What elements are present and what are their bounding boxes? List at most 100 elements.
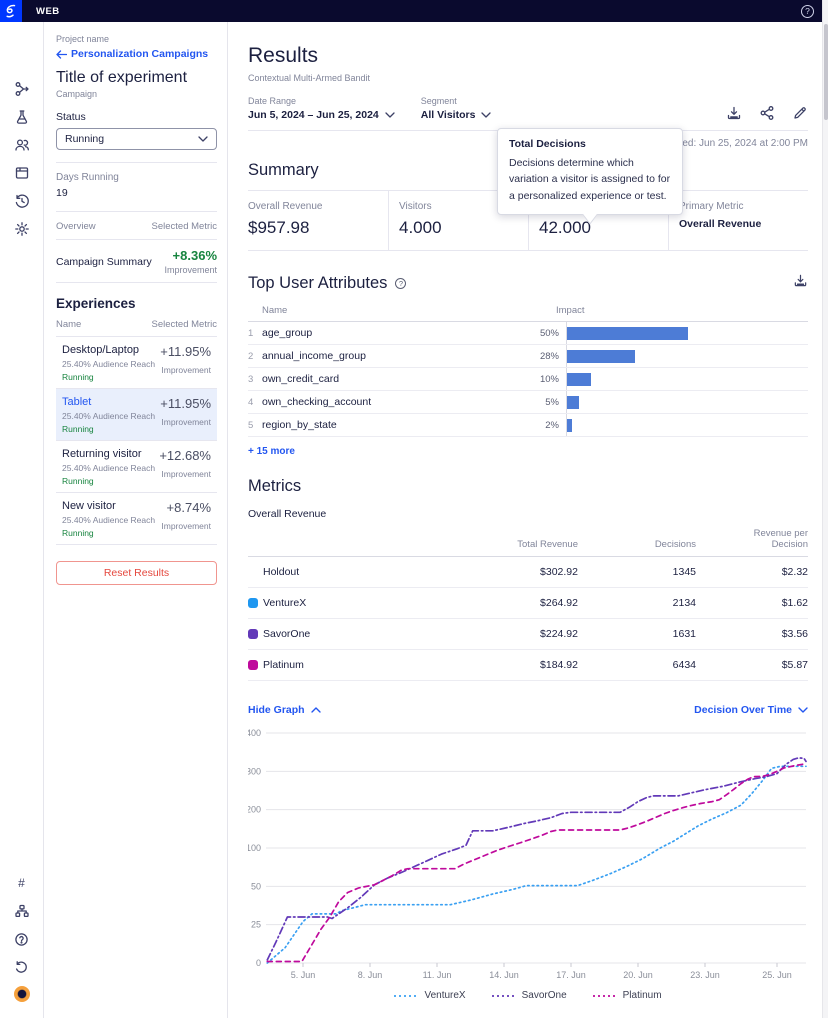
metrics-col-header: Revenue per Decision [696,528,808,550]
help-circle-icon[interactable] [13,930,31,948]
share-icon[interactable] [759,105,775,121]
metrics-row[interactable]: VentureX$264.922134$1.62 [248,588,808,619]
variation-color-swatch [248,598,258,608]
org-tree-icon[interactable] [13,902,31,920]
undo-icon[interactable] [13,958,31,976]
attribute-impact-bar-zone [566,345,808,367]
total-revenue-cell: $302.92 [448,566,578,578]
total-decisions-tooltip: Total Decisions Decisions determine whic… [497,128,683,215]
legend-line-sample [394,993,418,999]
page-scrollbar[interactable] [822,0,828,1018]
flow-split-icon[interactable] [13,80,31,98]
attribute-row[interactable]: 2annual_income_group28% [248,345,808,368]
pages-icon[interactable] [13,164,31,182]
edit-pencil-icon[interactable] [792,105,808,121]
attribute-impact-value: 10% [532,374,566,385]
status-value: Running [65,133,104,145]
series-line-savorone [267,758,806,960]
flask-icon[interactable] [13,108,31,126]
attribute-row[interactable]: 4own_checking_account5% [248,391,808,414]
experience-row[interactable]: Tablet25.40% Audience ReachRunning+11.95… [56,388,217,440]
experience-info: New visitor25.40% Audience ReachRunning [62,500,155,538]
attributes-help-icon[interactable]: ? [395,278,406,289]
optimizely-logo-icon[interactable] [0,0,22,22]
revenue-per-decision-cell: $5.87 [696,659,808,671]
graph-mode-select[interactable]: Decision Over Time [694,704,808,716]
experience-row[interactable]: New visitor25.40% Audience ReachRunning+… [56,492,217,545]
attribute-impact-bar-zone [566,368,808,390]
summary-stat: Overall Revenue$957.98 [248,191,388,250]
attribute-name: own_checking_account [262,396,371,408]
legend-item[interactable]: VentureX [394,990,465,1001]
attribute-impact-value: 28% [532,351,566,362]
status-select[interactable]: Running [56,128,217,150]
legend-item[interactable]: Platinum [593,990,662,1001]
metrics-row[interactable]: SavorOne$224.921631$3.56 [248,619,808,650]
date-range-select[interactable]: Jun 5, 2024 – Jun 25, 2024 [248,109,395,121]
attribute-row[interactable]: 5region_by_state2% [248,414,808,437]
summary-stat-label-text: Overall Revenue [248,201,322,212]
legend-label: SavorOne [522,990,567,1001]
legend-label: Platinum [623,990,662,1001]
experience-status: Running [62,424,155,434]
reset-results-button[interactable]: Reset Results [56,561,217,585]
metrics-row[interactable]: Holdout$302.921345$2.32 [248,557,808,588]
experience-row[interactable]: Desktop/Laptop25.40% Audience ReachRunni… [56,336,217,388]
attribute-row[interactable]: 3own_credit_card10% [248,368,808,391]
top-user-attributes-heading: Top User Attributes [248,274,387,293]
attribute-impact-bar [567,419,572,432]
metrics-row[interactable]: Platinum$184.926434$5.87 [248,650,808,681]
hash-icon[interactable]: # [13,874,31,892]
summary-stat-value: 42.000 [539,218,668,238]
y-axis-label: 200 [248,805,261,815]
show-more-attributes-link[interactable]: + 15 more [248,446,808,457]
attribute-row[interactable]: 1age_group50% [248,322,808,345]
scrollbar-thumb[interactable] [824,24,828,120]
hide-graph-link[interactable]: Hide Graph [248,704,321,716]
experience-info: Returning visitor25.40% Audience ReachRu… [62,448,155,486]
y-axis-label: 50 [251,881,261,891]
days-running-label: Days Running [56,172,217,183]
back-link-label: Personalization Campaigns [71,48,208,60]
experience-metric-sub: Improvement [160,417,211,427]
experience-metric-value: +12.68% [159,448,211,463]
main-content: Results Contextual Multi-Armed Bandit Da… [228,22,828,1018]
summary-stat-label: Overall Revenue [248,201,388,212]
x-axis-label: 17. Jun [556,970,586,980]
revenue-per-decision-cell: $1.62 [696,597,808,609]
variation-name: Platinum [263,659,304,671]
segment-select[interactable]: All Visitors [421,109,492,121]
back-arrow-icon [56,50,67,59]
attributes-col-impact: Impact [556,305,808,316]
experience-metric: +8.74%Improvement [161,500,211,538]
download-icon[interactable] [726,105,742,121]
experience-name: New visitor [62,500,155,512]
attribute-name: annual_income_group [262,350,366,362]
campaign-summary-row[interactable]: Campaign Summary +8.36% Improvement [56,239,217,283]
selected-metric-column-label: Selected Metric [152,221,217,232]
audiences-icon[interactable] [13,136,31,154]
experience-row[interactable]: Returning visitor25.40% Audience ReachRu… [56,440,217,492]
y-axis-label: 300 [248,766,261,776]
attribute-impact-bar [567,327,688,340]
history-icon[interactable] [13,192,31,210]
user-avatar[interactable] [14,986,30,1002]
chevron-down-icon [385,112,395,118]
legend-line-sample [593,993,617,999]
decisions-cell: 2134 [578,597,696,609]
experience-status: Running [62,528,155,538]
segment-label: Segment [421,96,492,106]
attributes-download-icon[interactable] [793,273,808,288]
back-to-campaigns-link[interactable]: Personalization Campaigns [56,48,217,60]
attribute-name: own_credit_card [262,373,339,385]
legend-label: VentureX [424,990,465,1001]
graph-mode-label: Decision Over Time [694,704,792,716]
experience-metric-value: +11.95% [160,344,211,359]
settings-gear-icon[interactable] [13,220,31,238]
help-icon[interactable]: ? [801,5,814,18]
experience-info: Desktop/Laptop25.40% Audience ReachRunni… [62,344,155,382]
decisions-chart: 025501002003004005. Jun8. Jun11. Jun14. … [248,720,808,988]
summary-stat-label-text: Visitors [399,201,432,212]
series-line-platinum [267,764,806,962]
legend-item[interactable]: SavorOne [492,990,567,1001]
